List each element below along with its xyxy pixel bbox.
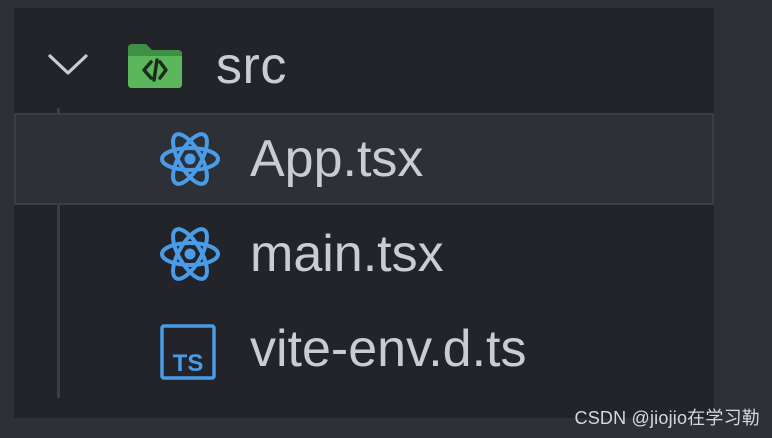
- file-row-vite-env-d-ts[interactable]: TS vite-env.d.ts: [14, 303, 714, 393]
- react-icon: [160, 227, 220, 281]
- file-row-app-tsx[interactable]: App.tsx: [14, 113, 714, 205]
- editor-window: src App.tsx main.tsx TS vite-env.d.ts CS…: [0, 0, 772, 438]
- file-label: vite-env.d.ts: [250, 320, 527, 378]
- watermark: CSDN @jiojio在学习勒: [574, 408, 760, 428]
- typescript-icon: TS: [160, 324, 216, 380]
- folder-label: src: [216, 37, 287, 95]
- folder-row-src[interactable]: src: [14, 28, 714, 100]
- code-folder-icon: [128, 44, 182, 88]
- chevron-down-icon[interactable]: [46, 46, 90, 82]
- react-icon: [160, 132, 220, 186]
- file-row-main-tsx[interactable]: main.tsx: [14, 208, 714, 298]
- file-label: main.tsx: [250, 225, 444, 283]
- file-explorer: src App.tsx main.tsx TS vite-env.d.ts: [14, 8, 714, 418]
- svg-text:TS: TS: [173, 350, 204, 377]
- file-label: App.tsx: [250, 130, 424, 188]
